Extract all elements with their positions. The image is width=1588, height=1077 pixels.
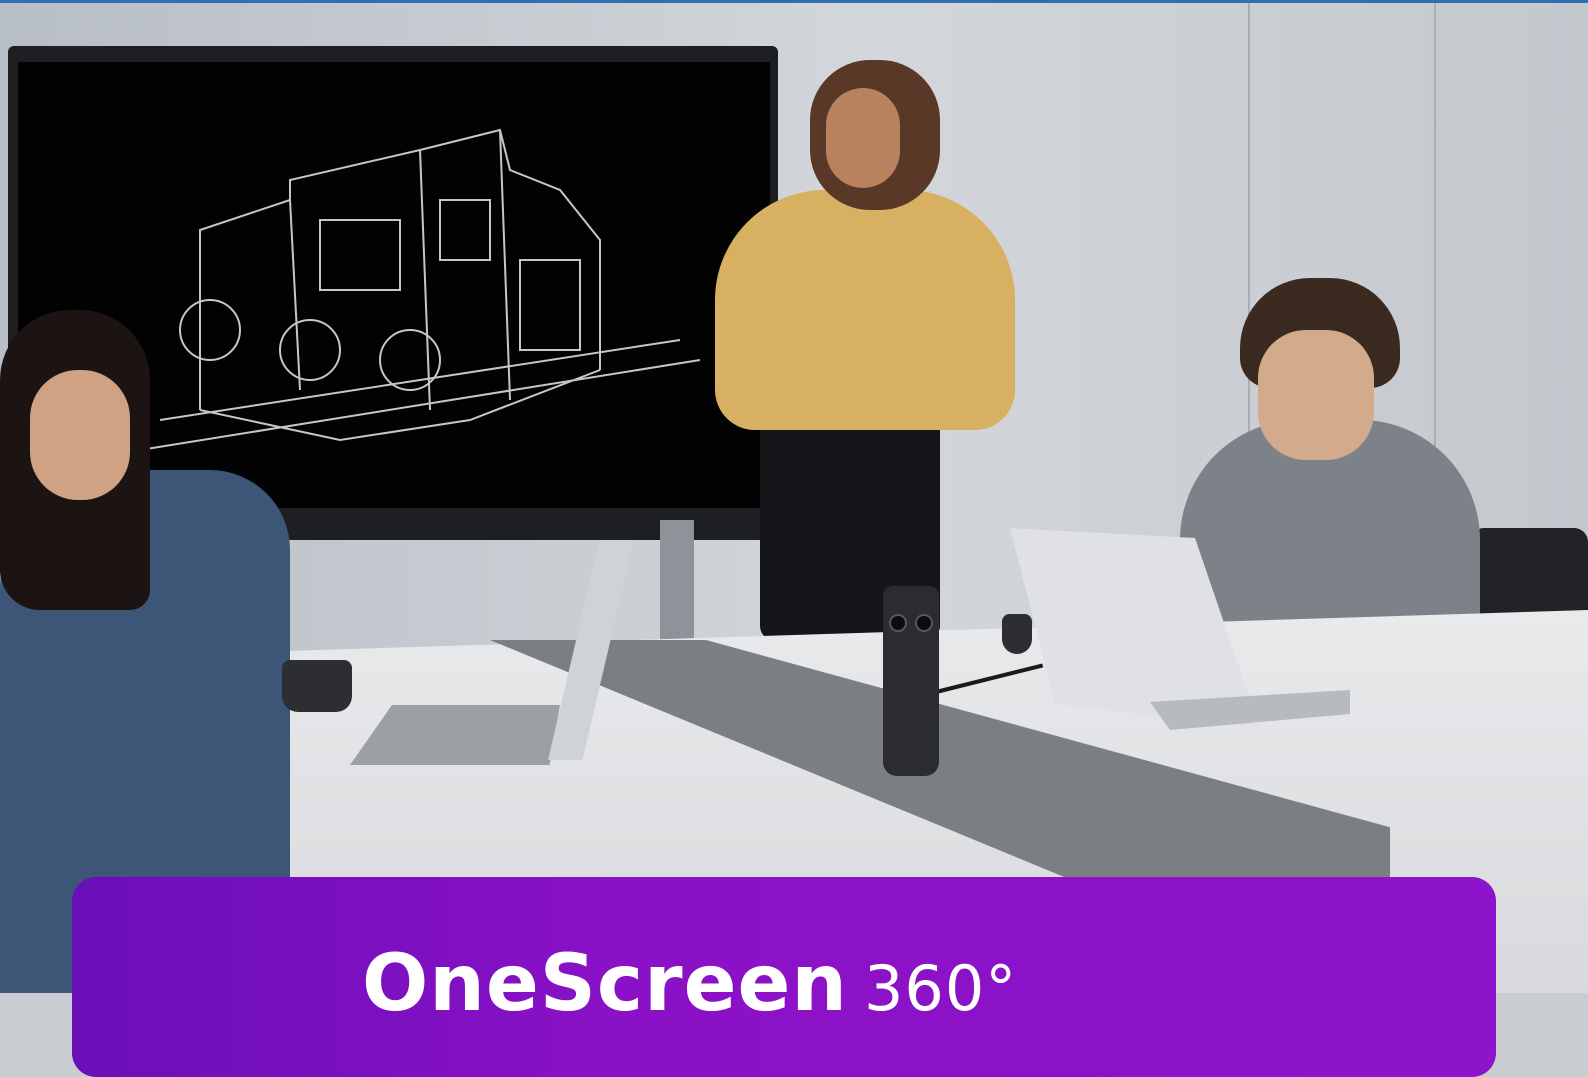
camera-lens	[915, 614, 933, 632]
product-banner[interactable]: OneScreen 360°	[72, 877, 1496, 1077]
presenter-sweater	[715, 190, 1015, 430]
coffee-cup	[282, 660, 352, 712]
presenter-face	[826, 88, 900, 188]
camera-lens	[889, 614, 907, 632]
hero-image	[0, 0, 1588, 993]
woman-face	[30, 370, 130, 500]
360-camera-device	[883, 586, 939, 776]
building-sketch-illustration	[140, 128, 700, 451]
display-stand	[660, 520, 694, 640]
coffee-cup	[1002, 614, 1032, 654]
model-name: 360°	[863, 952, 1018, 1025]
product-title: OneScreen 360°	[362, 939, 1017, 1029]
man-face	[1258, 330, 1374, 460]
brand-name: OneScreen	[362, 939, 848, 1029]
